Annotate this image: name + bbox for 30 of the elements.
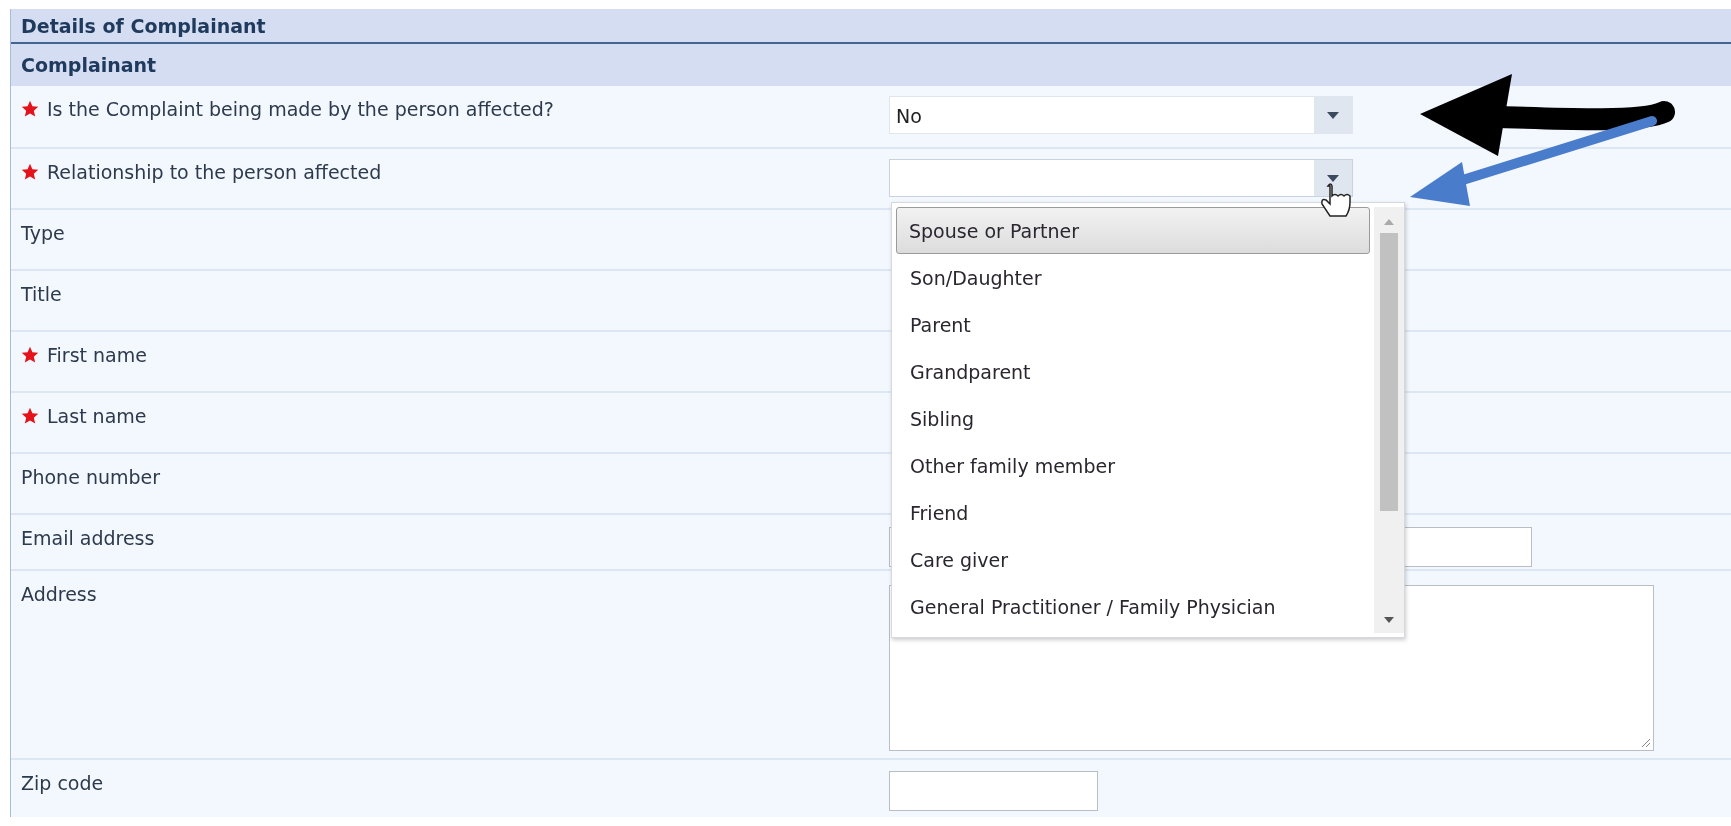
dropdown-option[interactable]: Other family member: [896, 442, 1370, 489]
dropdown-option[interactable]: Friend: [896, 489, 1370, 536]
field-label: Type: [21, 222, 65, 244]
dropdown-option[interactable]: Son/Daughter: [896, 254, 1370, 301]
scrollbar-thumb[interactable]: [1380, 233, 1398, 511]
field-label: First name: [47, 344, 147, 366]
caret-icon: [1327, 111, 1339, 119]
field-label: Title: [21, 283, 62, 305]
scroll-down-icon: [1384, 617, 1394, 623]
resize-grip-icon: [1641, 738, 1651, 748]
field-label: Address: [21, 583, 97, 605]
scrollbar[interactable]: [1374, 207, 1404, 633]
dropdown-option[interactable]: Spouse or Partner: [896, 207, 1370, 254]
dropdown-option[interactable]: Care giver: [896, 536, 1370, 583]
dropdown-option[interactable]: Sibling: [896, 395, 1370, 442]
scroll-up-icon: [1384, 219, 1394, 225]
dropdown-option[interactable]: Parent: [896, 301, 1370, 348]
field-label: Zip code: [21, 772, 104, 794]
dropdown-option[interactable]: Grandparent: [896, 348, 1370, 395]
field-label: Relationship to the person affected: [47, 161, 382, 183]
field-label: Is the Complaint being made by the person affected?: [47, 98, 554, 120]
dropdown-field[interactable]: [889, 159, 1353, 197]
field-label: Email address: [21, 527, 155, 549]
panel-title: Details of Complainant: [11, 9, 1731, 44]
dropdown-option[interactable]: General Practitioner / Family Physician: [896, 583, 1370, 630]
input-field[interactable]: [889, 771, 1098, 811]
section-heading: Complainant: [11, 44, 1731, 86]
field-label: Phone number: [21, 466, 161, 488]
field-label: Last name: [47, 405, 147, 427]
dropdown-field[interactable]: No: [889, 96, 1353, 134]
